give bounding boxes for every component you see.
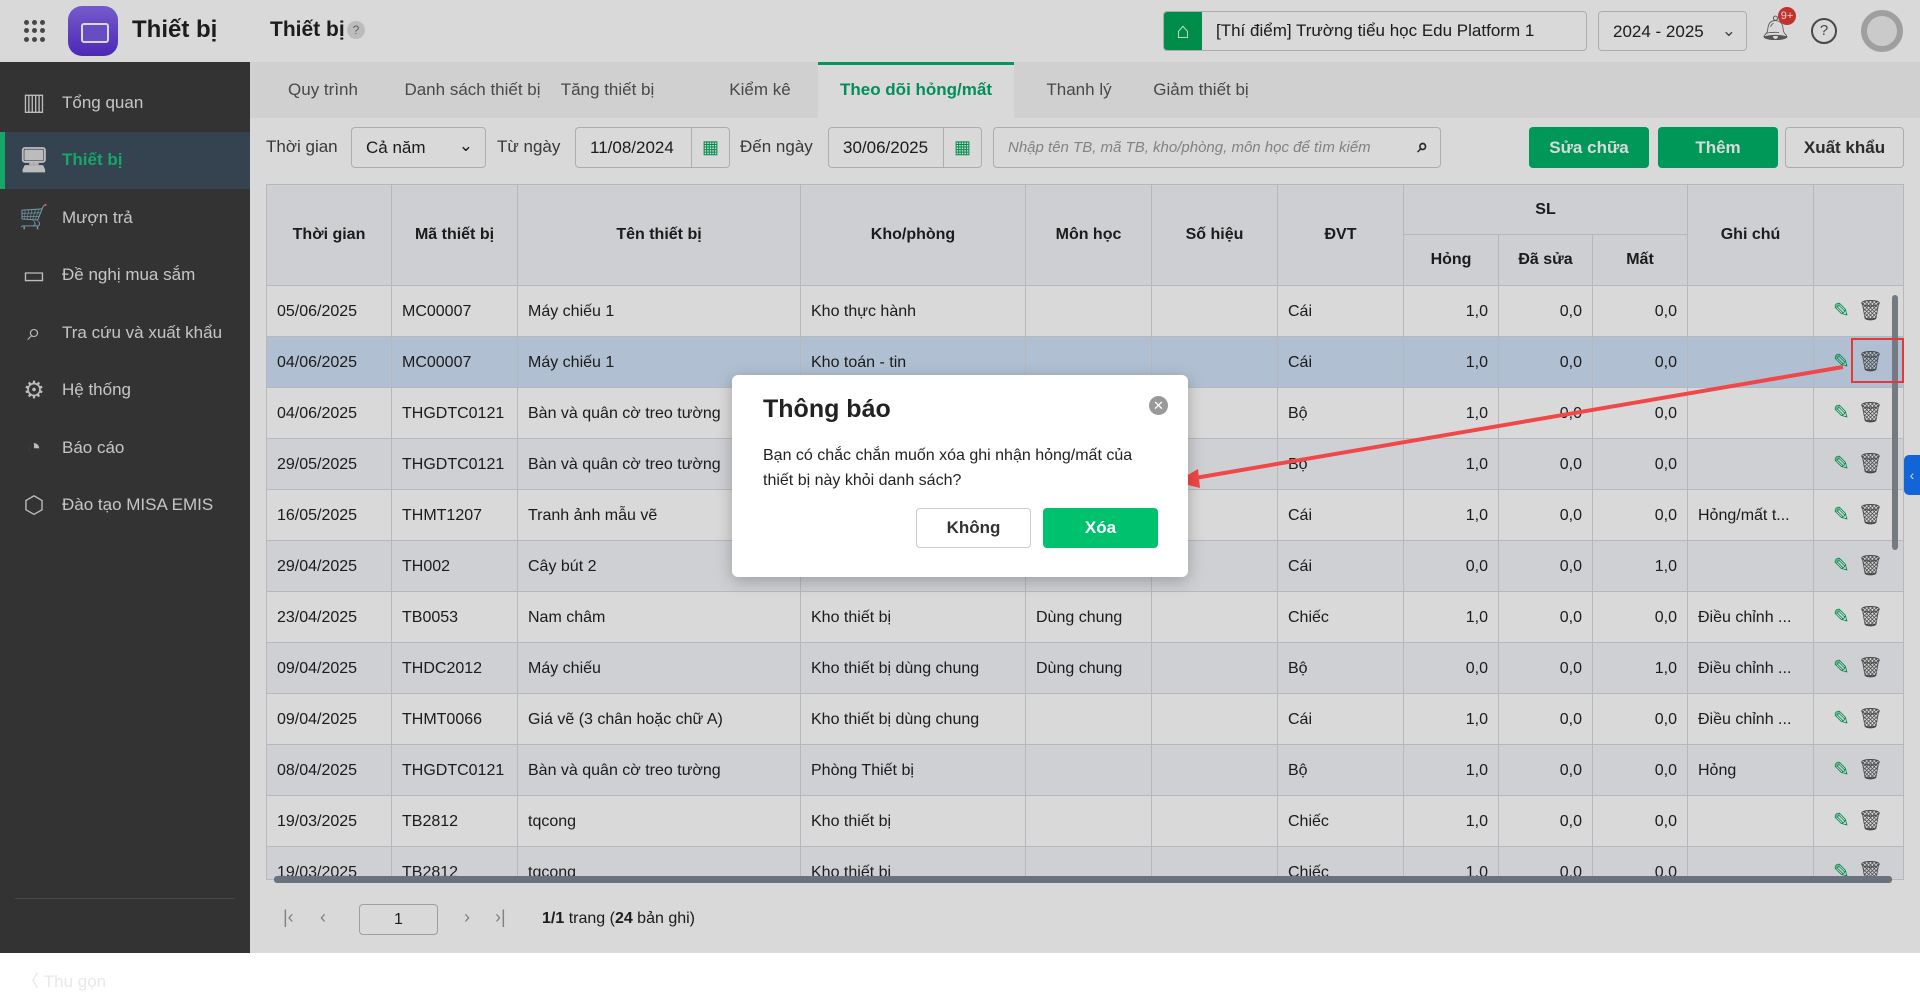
chevron-left-icon: 〈 bbox=[22, 972, 44, 991]
dialog-message: Bạn có chắc chắn muốn xóa ghi nhận hỏng/… bbox=[763, 447, 1133, 489]
collapse-sidebar-button[interactable]: 〈 Thu gọn bbox=[22, 967, 106, 992]
confirm-dialog: Thông báo ✕ Bạn có chắc chắn muốn xóa gh… bbox=[732, 375, 1188, 577]
confirm-delete-button[interactable]: Xóa bbox=[1043, 508, 1158, 548]
dialog-title: Thông báo bbox=[763, 395, 891, 423]
close-icon[interactable]: ✕ bbox=[1149, 396, 1168, 415]
cancel-button[interactable]: Không bbox=[916, 508, 1031, 548]
collapse-label: Thu gọn bbox=[43, 972, 107, 991]
